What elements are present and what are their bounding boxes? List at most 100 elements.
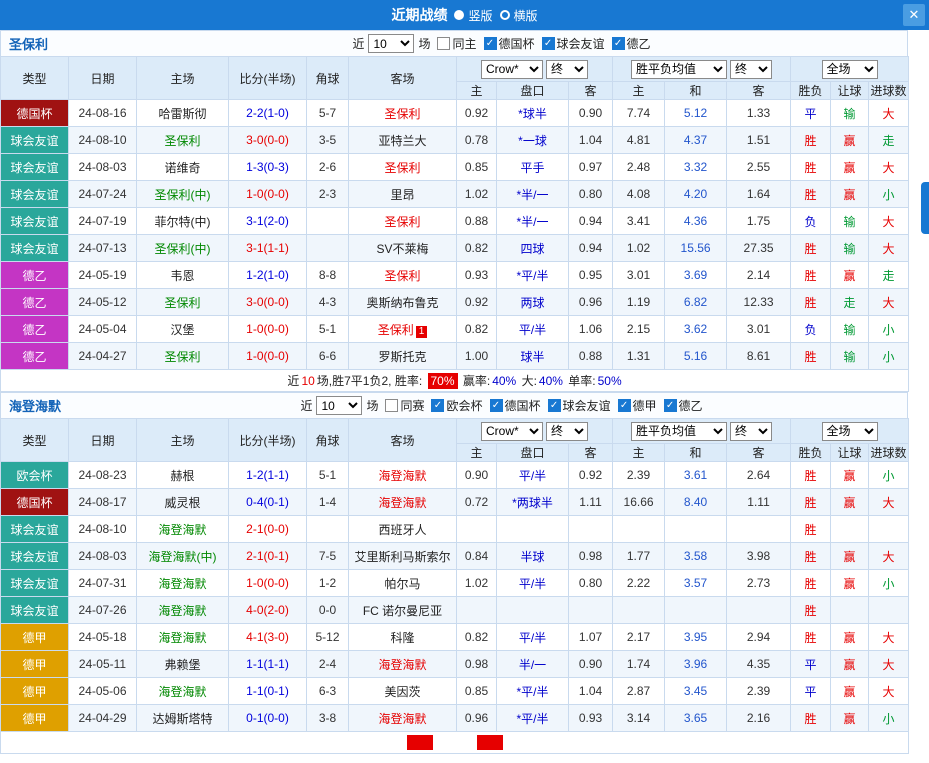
checkbox-checked-icon[interactable]: ✓ [542,37,555,50]
checkbox-checked-icon[interactable]: ✓ [431,399,444,412]
odds-handicap: *一球 [497,127,569,154]
col-odds-handicap: 盘口 [497,82,569,100]
away-team: 圣保利1 [349,316,457,343]
avg-home: 4.81 [613,127,665,154]
matches-label: 场 [418,35,430,52]
odds-handicap: 两球 [497,289,569,316]
matches-table: 类型 日期 主场 比分(半场) 角球 客场 Crow* 终 胜平负均值 终 [0,56,909,392]
league-filter-checkboxes: 同赛 ✓欧会杯 ✓德国杯 ✓球会友谊 ✓德甲 ✓德乙 [382,397,705,414]
checkbox-unchecked-icon[interactable] [385,399,398,412]
avg-draw: 15.56 [665,235,727,262]
result-handicap: 走 [831,289,869,316]
side-panel-handle[interactable] [921,182,929,234]
checkbox-unchecked-icon[interactable] [437,37,450,50]
avg-away: 2.55 [727,154,791,181]
odds-handicap: 平/半 [497,316,569,343]
filter-checkbox[interactable]: ✓德乙 [612,35,651,52]
odds-handicap: *平/半 [497,678,569,705]
league-badge: 德国杯 [1,489,69,516]
match-date: 24-04-27 [69,343,137,370]
checkbox-checked-icon[interactable]: ✓ [484,37,497,50]
avg-stage-select[interactable]: 终 [730,422,772,441]
result-handicap: 输 [831,343,869,370]
radio-unselected-icon[interactable] [500,10,510,20]
checkbox-checked-icon[interactable]: ✓ [548,399,561,412]
col-type: 类型 [1,57,69,100]
corner-score [307,208,349,235]
close-button[interactable]: ✕ [903,4,925,26]
odds-away: 0.96 [569,289,613,316]
match-date: 24-08-23 [69,462,137,489]
corner-score: 5-7 [307,100,349,127]
filter-checkbox[interactable]: 同主 [437,35,476,52]
checkbox-checked-icon[interactable]: ✓ [618,399,631,412]
away-team: 亚特兰大 [349,127,457,154]
checkbox-checked-icon[interactable]: ✓ [612,37,625,50]
league-badge: 球会友谊 [1,208,69,235]
odds-company-select[interactable]: Crow* [481,422,543,441]
filter-checkbox[interactable]: ✓德甲 [618,397,657,414]
odds-away: 0.88 [569,343,613,370]
match-row: 德国杯24-08-17威灵根0-4(0-1)1-4海登海默0.72*两球半1.1… [1,489,909,516]
league-badge: 球会友谊 [1,543,69,570]
corner-score: 7-5 [307,543,349,570]
recent-count-select[interactable]: 10 [316,396,362,415]
avg-stage-select[interactable]: 终 [730,60,772,79]
match-score: 1-0(0-0) [229,343,307,370]
scope-select[interactable]: 全场 [822,422,878,441]
avg-odds-select[interactable]: 胜平负均值 [631,60,727,79]
odds-handicap: 平/半 [497,462,569,489]
summary-part: 70% [428,373,458,389]
filter-checkbox[interactable]: ✓球会友谊 [548,397,611,414]
odds-away: 1.06 [569,316,613,343]
odds-company-select[interactable]: Crow* [481,60,543,79]
avg-away: 1.33 [727,100,791,127]
match-row: 球会友谊24-08-03诺维奇1-3(0-3)2-6圣保利0.85平手0.972… [1,154,909,181]
filter-checkbox[interactable]: ✓球会友谊 [542,35,605,52]
filter-checkbox[interactable]: ✓德国杯 [490,397,541,414]
match-score: 1-0(0-0) [229,181,307,208]
result-handicap: 赢 [831,462,869,489]
filter-checkbox[interactable]: ✓欧会杯 [431,397,482,414]
league-badge: 德甲 [1,624,69,651]
scope-select[interactable]: 全场 [822,60,878,79]
filter-checkbox[interactable]: ✓德乙 [664,397,703,414]
odds-home: 0.93 [457,262,497,289]
odds-stage-select[interactable]: 终 [546,422,588,441]
layout-radio-vertical[interactable]: 竖版 [454,7,492,24]
league-badge: 球会友谊 [1,181,69,208]
checkbox-checked-icon[interactable]: ✓ [490,399,503,412]
radio-selected-icon[interactable] [454,10,464,20]
corner-score: 2-6 [307,154,349,181]
match-date: 24-05-12 [69,289,137,316]
odds-away: 0.93 [569,705,613,732]
layout-radio-horizontal[interactable]: 横版 [500,7,538,24]
odds-stage-select[interactable]: 终 [546,60,588,79]
match-row: 球会友谊24-08-10圣保利3-0(0-0)3-5亚特兰大0.78*一球1.0… [1,127,909,154]
league-badge: 球会友谊 [1,597,69,624]
away-team: 海登海默 [349,462,457,489]
avg-odds-select[interactable]: 胜平负均值 [631,422,727,441]
filter-checkbox[interactable]: ✓德国杯 [484,35,535,52]
home-team: 圣保利 [137,343,229,370]
filter-checkbox[interactable]: 同赛 [385,397,424,414]
checkbox-checked-icon[interactable]: ✓ [664,399,677,412]
result-handicap: 赢 [831,651,869,678]
recent-count-select[interactable]: 10 [368,34,414,53]
summary-part: 场,胜7平1负2, 胜率: [317,374,426,388]
away-team: 美因茨 [349,678,457,705]
result-wdl: 胜 [791,343,831,370]
away-team: 艾里斯利马斯索尔 [349,543,457,570]
avg-draw: 5.12 [665,100,727,127]
matches-label: 场 [366,397,378,414]
odds-home: 0.92 [457,100,497,127]
odds-handicap: *平/半 [497,705,569,732]
match-score: 1-1(1-1) [229,651,307,678]
odds-home: 1.02 [457,181,497,208]
match-row: 德乙24-05-19韦恩1-2(1-0)8-8圣保利0.93*平/半0.953.… [1,262,909,289]
match-row: 德乙24-05-04汉堡1-0(0-0)5-1圣保利10.82平/半1.062.… [1,316,909,343]
summary-part [407,735,433,750]
match-row: 球会友谊24-07-26海登海默4-0(2-0)0-0FC 诺尔曼尼亚胜 [1,597,909,624]
result-handicap: 赢 [831,127,869,154]
summary-part: 大: [518,374,537,388]
